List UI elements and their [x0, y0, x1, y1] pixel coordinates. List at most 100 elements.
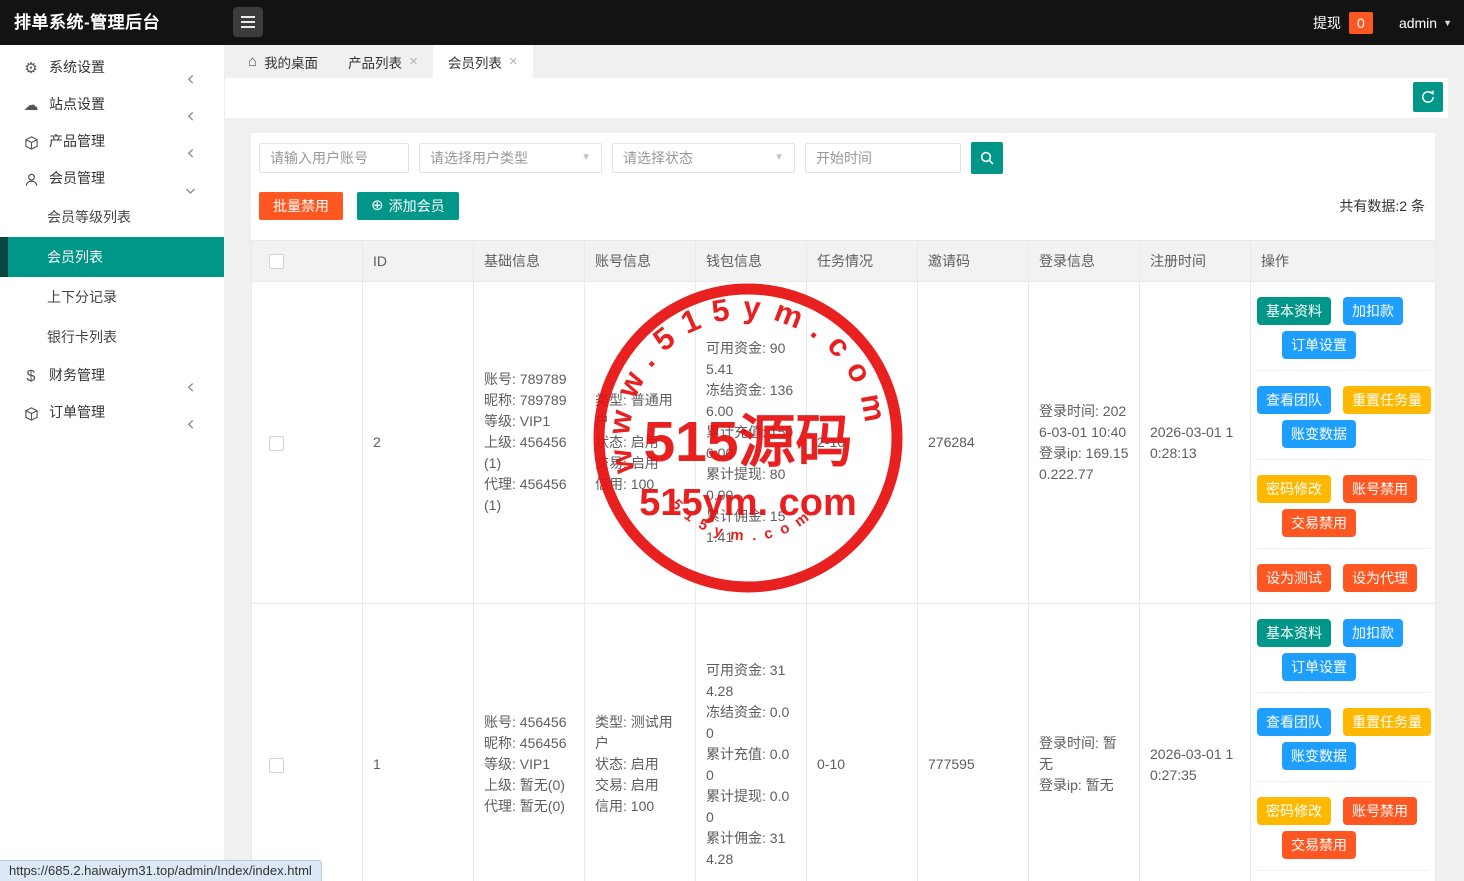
sidebar-item-member-list[interactable]: 会员列表 [0, 237, 224, 277]
sidebar: ⚙系统设置 ☁站点设置 产品管理 会员管理 会员等级列表 会员列表 上下分记录 … [0, 45, 225, 881]
add-member-label: 添加会员 [389, 192, 445, 220]
cell-task-status: 0-10 [807, 604, 918, 881]
cell-id: 1 [363, 604, 474, 881]
user-icon [22, 161, 40, 198]
sidebar-item-member-level-list[interactable]: 会员等级列表 [0, 197, 224, 237]
trade-disable-button[interactable]: 交易禁用 [1282, 509, 1356, 537]
chevron-down-icon: ▼ [774, 144, 784, 172]
add-deduct-button[interactable]: 加扣款 [1343, 619, 1403, 647]
submenu-item-label: 会员等级列表 [47, 209, 131, 225]
plus-circle-icon: ⊕ [371, 192, 384, 220]
order-settings-button[interactable]: 订单设置 [1282, 331, 1356, 359]
topbar: 排单系统-管理后台 提现 0 admin ▼ [0, 0, 1464, 45]
sidebar-item-updown-records[interactable]: 上下分记录 [0, 277, 224, 317]
col-task-status: 任务情况 [807, 241, 918, 282]
sidebar-item-order-management[interactable]: 订单管理 [0, 394, 224, 431]
reset-task-button[interactable]: 重置任务量 [1343, 386, 1431, 414]
col-invite-code: 邀请码 [918, 241, 1029, 282]
app-title: 排单系统-管理后台 [14, 0, 160, 45]
cell-register-time: 2026-03-01 10:28:13 [1140, 282, 1251, 604]
sidebar-item-finance-management[interactable]: $财务管理 [0, 357, 224, 394]
basic-info-button[interactable]: 基本资料 [1257, 619, 1331, 647]
chevron-left-icon [186, 407, 196, 444]
account-disable-button[interactable]: 账号禁用 [1343, 475, 1417, 503]
tab-product-list[interactable]: 产品列表 × [333, 45, 433, 78]
sidebar-item-system-settings[interactable]: ⚙系统设置 [0, 49, 224, 86]
withdraw-label: 提现 [1313, 13, 1341, 33]
view-team-button[interactable]: 查看团队 [1257, 386, 1331, 414]
gear-icon: ⚙ [22, 50, 40, 87]
cube-icon [22, 124, 40, 161]
table-row: 2 账号: 789789 昵称: 789789 等级: VIP1 上级: 456… [252, 282, 1436, 604]
col-wallet-info: 钱包信息 [696, 241, 807, 282]
table-row: 1 账号: 456456 昵称: 456456 等级: VIP1 上级: 暂无(… [252, 604, 1436, 881]
tab-label: 我的桌面 [264, 52, 318, 72]
trade-disable-button[interactable]: 交易禁用 [1282, 831, 1356, 859]
col-actions: 操作 [1251, 241, 1436, 282]
select-value: 请选择用户类型 [430, 150, 528, 166]
cell-account-info: 类型: 测试用户 状态: 启用 交易: 启用 信用: 100 [585, 604, 696, 881]
cell-actions: 基本资料 加扣款 订单设置 查看团队 重置任务量 [1251, 282, 1436, 604]
add-member-button[interactable]: ⊕添加会员 [357, 192, 459, 220]
sidebar-item-label: 会员管理 [49, 170, 105, 186]
account-change-data-button[interactable]: 账变数据 [1282, 420, 1356, 448]
member-table: ID 基础信息 账号信息 钱包信息 任务情况 邀请码 登录信息 注册时间 操作 … [251, 240, 1436, 881]
select-value: 请选择状态 [623, 150, 693, 166]
cube-icon [22, 395, 40, 432]
submenu-item-label: 银行卡列表 [47, 329, 117, 345]
close-icon[interactable]: × [409, 53, 418, 70]
sidebar-item-member-management[interactable]: 会员管理 [0, 160, 224, 197]
view-team-button[interactable]: 查看团队 [1257, 708, 1331, 736]
main-area: ⌂ 我的桌面 产品列表 × 会员列表 × 请选择用户类型 ▼ 请选择状态 ▼ [225, 45, 1464, 881]
set-agent-button[interactable]: 设为代理 [1343, 564, 1417, 592]
tab-member-list[interactable]: 会员列表 × [433, 45, 533, 78]
tabbar: ⌂ 我的桌面 产品列表 × 会员列表 × [225, 45, 1464, 78]
tab-label: 产品列表 [348, 52, 402, 72]
table-action-bar: 批量禁用 ⊕添加会员 [259, 192, 459, 220]
col-account-info: 账号信息 [585, 241, 696, 282]
reset-task-button[interactable]: 重置任务量 [1343, 708, 1431, 736]
admin-dropdown[interactable]: admin ▼ [1399, 15, 1452, 31]
cell-basic-info: 账号: 789789 昵称: 789789 等级: VIP1 上级: 45645… [474, 282, 585, 604]
batch-disable-button[interactable]: 批量禁用 [259, 192, 343, 220]
sidebar-item-label: 产品管理 [49, 133, 105, 149]
password-modify-button[interactable]: 密码修改 [1257, 475, 1331, 503]
tab-my-desktop[interactable]: ⌂ 我的桌面 [233, 45, 333, 78]
cell-register-time: 2026-03-01 10:27:35 [1140, 604, 1251, 881]
set-test-button[interactable]: 设为测试 [1257, 564, 1331, 592]
withdraw-link[interactable]: 提现 0 [1313, 12, 1373, 34]
cell-account-info: 类型: 普通用户 状态: 启用 交易: 启用 信用: 100 [585, 282, 696, 604]
account-disable-button[interactable]: 账号禁用 [1343, 797, 1417, 825]
select-all-checkbox[interactable] [269, 254, 284, 269]
refresh-button[interactable] [1413, 82, 1443, 112]
account-change-data-button[interactable]: 账变数据 [1282, 742, 1356, 770]
basic-info-button[interactable]: 基本资料 [1257, 297, 1331, 325]
row-checkbox[interactable] [269, 436, 284, 451]
user-type-select[interactable]: 请选择用户类型 ▼ [419, 143, 602, 173]
cell-login-info: 登录时间: 暂无 登录ip: 暂无 [1029, 604, 1140, 881]
row-checkbox[interactable] [269, 758, 284, 773]
cell-id: 2 [363, 282, 474, 604]
sidebar-item-site-settings[interactable]: ☁站点设置 [0, 86, 224, 123]
col-basic-info: 基础信息 [474, 241, 585, 282]
order-settings-button[interactable]: 订单设置 [1282, 653, 1356, 681]
hamburger-icon[interactable] [233, 7, 263, 37]
sidebar-item-bank-card-list[interactable]: 银行卡列表 [0, 317, 224, 357]
status-select[interactable]: 请选择状态 ▼ [612, 143, 795, 173]
tab-label: 会员列表 [448, 52, 502, 72]
admin-username: admin [1399, 15, 1437, 31]
start-time-input[interactable] [805, 143, 961, 173]
refresh-icon [1420, 89, 1436, 105]
account-search-input[interactable] [259, 143, 409, 173]
filter-bar: 请选择用户类型 ▼ 请选择状态 ▼ [259, 143, 1003, 174]
cell-invite-code: 777595 [918, 604, 1029, 881]
add-deduct-button[interactable]: 加扣款 [1343, 297, 1403, 325]
sidebar-item-label: 站点设置 [49, 96, 105, 112]
password-modify-button[interactable]: 密码修改 [1257, 797, 1331, 825]
sidebar-item-product-management[interactable]: 产品管理 [0, 123, 224, 160]
search-button[interactable] [971, 142, 1003, 174]
cell-wallet-info: 可用资金: 905.41 冻结资金: 1366.00 累计充值: 1500.00… [696, 282, 807, 604]
col-register-time: 注册时间 [1140, 241, 1251, 282]
total-count: 共有数据:2 条 [1339, 196, 1425, 216]
close-icon[interactable]: × [509, 53, 518, 70]
